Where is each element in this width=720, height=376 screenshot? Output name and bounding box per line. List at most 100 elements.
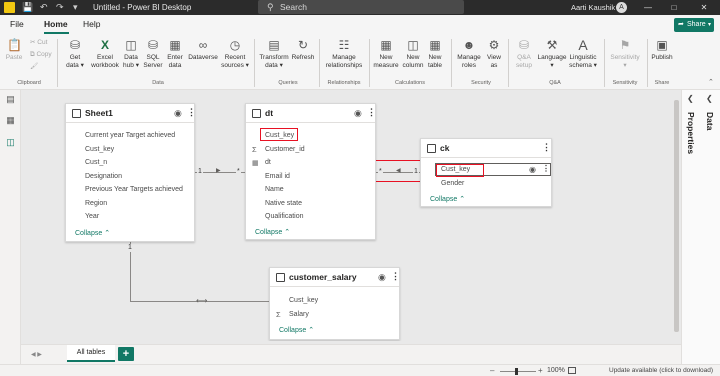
- field-item[interactable]: Gender: [441, 180, 464, 187]
- cut-button[interactable]: ✂ Cut: [30, 39, 47, 47]
- minimize-button[interactable]: —: [638, 0, 658, 15]
- more-options-icon[interactable]: ⋮: [542, 142, 551, 153]
- table-header[interactable]: dt ◉ ⋮: [246, 104, 376, 123]
- update-available-link[interactable]: Update available (click to download): [609, 365, 713, 376]
- more-options-icon[interactable]: ⋮: [187, 107, 196, 118]
- field-item[interactable]: Year: [85, 213, 99, 220]
- collapse-link[interactable]: Collapse ⌃: [255, 228, 290, 236]
- collapse-link[interactable]: Collapse ⌃: [430, 195, 465, 203]
- tab-help[interactable]: Help: [83, 18, 100, 30]
- tab-home[interactable]: Home: [44, 18, 68, 30]
- view-as-button[interactable]: ⚙ View as: [484, 38, 504, 69]
- field-item[interactable]: Qualification: [265, 213, 304, 220]
- manage-roles-button[interactable]: ☻ Manage roles: [455, 38, 483, 69]
- menu-bar: File Home Help: [0, 15, 720, 35]
- customize-toolbar-icon[interactable]: ▾: [73, 1, 78, 14]
- eye-icon[interactable]: ◉: [529, 165, 536, 174]
- more-options-icon[interactable]: ⋮: [542, 164, 550, 173]
- language-button[interactable]: ⚒ Language ▾: [537, 38, 567, 69]
- format-painter-icon[interactable]: 🖌: [30, 63, 38, 71]
- table-card-ck[interactable]: ck ⋮ Cust_key ◉ ⋮ Gender Collapse ⌃: [420, 138, 552, 207]
- view-as-icon: ⚙: [488, 38, 500, 52]
- table-header[interactable]: Sheet1 ◉ ⋮: [66, 104, 196, 123]
- tab-nav-arrows[interactable]: ◀ ▶: [31, 351, 42, 358]
- zoom-out-button[interactable]: –: [490, 365, 494, 376]
- field-item[interactable]: Cust_n: [85, 159, 107, 166]
- report-view-icon[interactable]: ▤: [5, 94, 16, 105]
- user-name[interactable]: Aarti Kaushik: [571, 0, 615, 15]
- expand-icon[interactable]: ❮: [706, 94, 713, 103]
- field-item[interactable]: dt: [265, 159, 271, 166]
- fit-to-screen-icon[interactable]: [568, 367, 576, 374]
- avatar[interactable]: A: [616, 2, 627, 13]
- search-box[interactable]: ⚲ Search: [258, 0, 464, 14]
- more-options-icon[interactable]: ⋮: [367, 107, 376, 118]
- save-icon[interactable]: 💾: [22, 1, 33, 14]
- eye-icon[interactable]: ◉: [174, 108, 182, 119]
- table-card-sheet1[interactable]: Sheet1 ◉ ⋮ Current year Target achieved …: [65, 103, 196, 242]
- zoom-slider[interactable]: [500, 371, 536, 372]
- tab-all-tables[interactable]: All tables: [67, 345, 115, 362]
- close-button[interactable]: ✕: [694, 0, 714, 15]
- get-data-button[interactable]: ⛁ Get data ▾: [63, 38, 87, 69]
- share-button[interactable]: ➦ Share ▾: [674, 18, 714, 32]
- recent-label-2: sources: [221, 61, 244, 69]
- new-table-button[interactable]: ▦ New table: [426, 38, 444, 69]
- paste-button[interactable]: 📋 Paste: [5, 38, 23, 62]
- zoom-in-button[interactable]: +: [538, 365, 543, 376]
- new-measure-button[interactable]: ▦ New measure: [372, 38, 400, 69]
- field-item[interactable]: Email id: [265, 173, 290, 180]
- refresh-button[interactable]: ↻ Refresh: [291, 38, 315, 62]
- table-header[interactable]: ck ⋮: [421, 139, 551, 158]
- more-options-icon[interactable]: ⋮: [391, 271, 400, 282]
- linguistic-schema-button[interactable]: A Linguistic schema ▾: [567, 38, 599, 69]
- field-item[interactable]: Region: [85, 200, 107, 207]
- field-item[interactable]: Name: [265, 186, 284, 193]
- zoom-slider-thumb[interactable]: [515, 368, 518, 375]
- field-item[interactable]: Native state: [265, 200, 302, 207]
- data-pane[interactable]: ❮ Data: [701, 90, 720, 364]
- qa-setup-button[interactable]: ⛁ Q&A setup: [511, 38, 537, 69]
- maximize-button[interactable]: □: [664, 0, 684, 15]
- enter-data-button[interactable]: ▦ Enter data: [165, 38, 185, 69]
- undo-icon[interactable]: ↶: [40, 1, 48, 14]
- table-card-dt[interactable]: dt ◉ ⋮ Cust_key Σ Customer_id ▦ dt Email…: [245, 103, 376, 240]
- collapse-link[interactable]: Collapse ⌃: [75, 229, 110, 237]
- sql-server-button[interactable]: ⛁ SQL Server: [143, 38, 163, 69]
- redo-icon[interactable]: ↷: [56, 1, 64, 14]
- sensitivity-button[interactable]: ⚑ Sensitivity ▾: [607, 38, 643, 69]
- sigma-icon: Σ: [276, 310, 281, 319]
- properties-pane[interactable]: ❮ Properties: [682, 90, 701, 364]
- layout-tab-bar: ◀ ▶ All tables +: [21, 344, 681, 364]
- model-view-icon[interactable]: ◫: [5, 137, 16, 148]
- recent-sources-button[interactable]: ◷ Recent sources ▾: [220, 38, 250, 69]
- table-header[interactable]: customer_salary ◉ ⋮: [270, 268, 400, 287]
- transform-data-button[interactable]: ▤ Transform data ▾: [257, 38, 291, 69]
- manage-relationships-button[interactable]: ☷ Manage relationships: [322, 38, 366, 69]
- field-item[interactable]: Designation: [85, 173, 122, 180]
- publish-button[interactable]: ▣ Publish: [650, 38, 674, 62]
- eye-icon[interactable]: ◉: [354, 108, 362, 119]
- dataverse-button[interactable]: ∞ Dataverse: [187, 38, 219, 62]
- add-layout-button[interactable]: +: [118, 347, 134, 361]
- field-item[interactable]: Previous Year Targets achieved: [85, 186, 183, 193]
- copy-button[interactable]: ⧉ Copy: [30, 51, 52, 59]
- field-item[interactable]: Cust_key: [85, 146, 114, 153]
- eye-icon[interactable]: ◉: [378, 272, 386, 283]
- field-item[interactable]: Customer_id: [265, 146, 305, 153]
- vertical-scrollbar[interactable]: [674, 100, 679, 332]
- collapse-link[interactable]: Collapse ⌃: [279, 326, 314, 334]
- new-column-button[interactable]: ◫ New column: [400, 38, 426, 69]
- field-item[interactable]: Salary: [289, 311, 309, 318]
- data-view-icon[interactable]: ▦: [5, 115, 16, 126]
- field-item[interactable]: Current year Target achieved: [85, 132, 175, 139]
- column-label-2: column: [402, 61, 424, 69]
- excel-workbook-button[interactable]: X Excel workbook: [89, 38, 121, 69]
- qa-setup-label-2: setup: [516, 61, 532, 69]
- data-hub-button[interactable]: ◫ Data hub ▾: [121, 38, 141, 69]
- field-item[interactable]: Cust_key: [289, 297, 318, 304]
- tab-file[interactable]: File: [10, 18, 24, 30]
- table-card-customer-salary[interactable]: customer_salary ◉ ⋮ Cust_key Σ Salary Co…: [269, 267, 400, 340]
- expand-icon[interactable]: ❮: [687, 94, 694, 103]
- collapse-ribbon-icon[interactable]: ⌃: [708, 78, 714, 86]
